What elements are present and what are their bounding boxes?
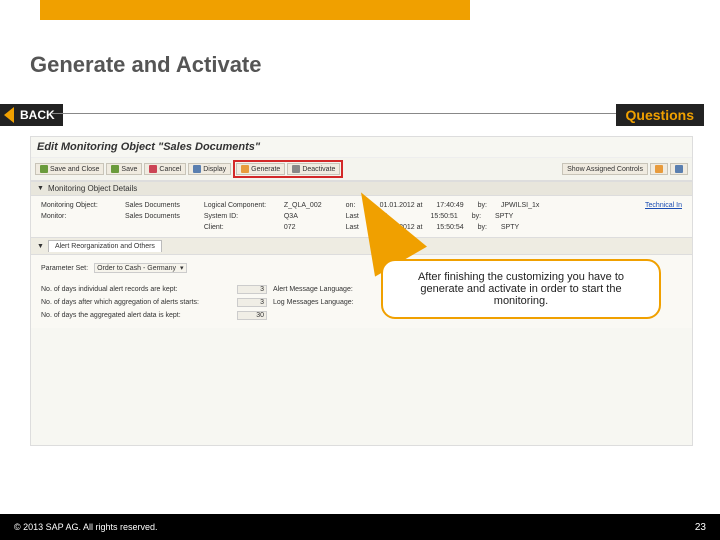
p2-label: No. of days after which aggregation of a…	[41, 299, 231, 306]
callout-box: After finishing the customizing you have…	[381, 259, 661, 319]
p1-label: No. of days individual alert records are…	[41, 286, 231, 293]
deactivate-label: Deactivate	[302, 166, 335, 173]
lang1-label: Alert Message Language:	[273, 286, 383, 293]
save-close-button[interactable]: Save and Close	[35, 163, 104, 175]
technical-info-link[interactable]: Technical In	[645, 202, 682, 209]
chg-by2: SPTY	[495, 213, 513, 220]
show-assigned-button[interactable]: Show Assigned Controls	[562, 163, 648, 175]
tab-alert-reorg[interactable]: Alert Reorganization and Others	[48, 240, 162, 252]
chg-by1-lbl: by:	[478, 202, 487, 209]
highlight-box: Generate Deactivate	[233, 160, 343, 178]
monitor-value: Sales Documents	[125, 213, 180, 220]
generate-icon	[241, 165, 249, 173]
pset-select[interactable]: Order to Cash - Germany ▾	[94, 263, 186, 273]
obj-label: Monitoring Object:	[41, 202, 119, 209]
cancel-button[interactable]: Cancel	[144, 163, 186, 175]
chg-by3-lbl: by:	[478, 224, 487, 231]
cancel-label: Cancel	[159, 166, 181, 173]
deactivate-button[interactable]: Deactivate	[287, 163, 340, 175]
chg-by3: SPTY	[501, 224, 519, 231]
cancel-icon	[149, 165, 157, 173]
chg-by1: JPWILSI_1x	[501, 202, 540, 209]
chg-t2: 15:50:51	[431, 213, 458, 220]
back-label: BACK	[20, 108, 55, 122]
lang2-label: Log Messages Language:	[273, 299, 383, 306]
disk-icon	[111, 165, 119, 173]
client-value: 072	[284, 224, 296, 231]
chg-t3: 15:50:54	[436, 224, 463, 231]
save-close-label: Save and Close	[50, 166, 99, 173]
generate-label: Generate	[251, 166, 280, 173]
page-number: 23	[695, 522, 706, 533]
display-label: Display	[203, 166, 226, 173]
pset-value: Order to Cash - Germany	[97, 265, 176, 272]
header-accent-bar	[40, 0, 470, 20]
wrench-icon	[655, 165, 663, 173]
save-button[interactable]: Save	[106, 163, 142, 175]
chg-t1: 17:40:49	[436, 202, 463, 209]
divider	[52, 113, 620, 114]
save-label: Save	[121, 166, 137, 173]
info-icon	[675, 165, 683, 173]
p3-label: No. of days the aggregated alert data is…	[41, 312, 231, 319]
dropdown-icon: ▾	[180, 264, 184, 272]
obj-value: Sales Documents	[125, 202, 180, 209]
section-details-label: Monitoring Object Details	[48, 184, 137, 193]
chevron-down-icon: ▼	[37, 185, 44, 192]
chg-by2-lbl: by:	[472, 213, 481, 220]
window-title: Edit Monitoring Object "Sales Documents"	[31, 137, 692, 158]
questions-button[interactable]: Questions	[616, 104, 704, 126]
system-value: Q3A	[284, 213, 298, 220]
p2-input[interactable]: 3	[237, 298, 267, 307]
logical-label: Logical Component:	[204, 202, 278, 209]
copyright: © 2013 SAP AG. All rights reserved.	[14, 522, 158, 532]
slide-title: Generate and Activate	[30, 52, 262, 78]
client-label: Client:	[204, 224, 278, 231]
tool-icon-button-2[interactable]	[670, 163, 688, 175]
p1-input[interactable]: 3	[237, 285, 267, 294]
glasses-icon	[193, 165, 201, 173]
sap-window: Edit Monitoring Object "Sales Documents"…	[30, 136, 693, 446]
deactivate-icon	[292, 165, 300, 173]
logical-value: Z_QLA_002	[284, 202, 322, 209]
p3-input[interactable]: 30	[237, 311, 267, 320]
tool-icon-button-1[interactable]	[650, 163, 668, 175]
tab-chevron-icon[interactable]: ▼	[37, 243, 44, 250]
generate-button[interactable]: Generate	[236, 163, 285, 175]
display-button[interactable]: Display	[188, 163, 231, 175]
show-assigned-label: Show Assigned Controls	[567, 166, 643, 173]
save-icon	[40, 165, 48, 173]
monitor-label: Monitor:	[41, 213, 119, 220]
footer: © 2013 SAP AG. All rights reserved. 23	[0, 514, 720, 540]
pset-label: Parameter Set:	[41, 265, 88, 272]
back-button[interactable]: BACK	[0, 104, 63, 126]
system-label: System ID:	[204, 213, 278, 220]
toolbar: Save and Close Save Cancel Display Gener…	[31, 158, 692, 181]
